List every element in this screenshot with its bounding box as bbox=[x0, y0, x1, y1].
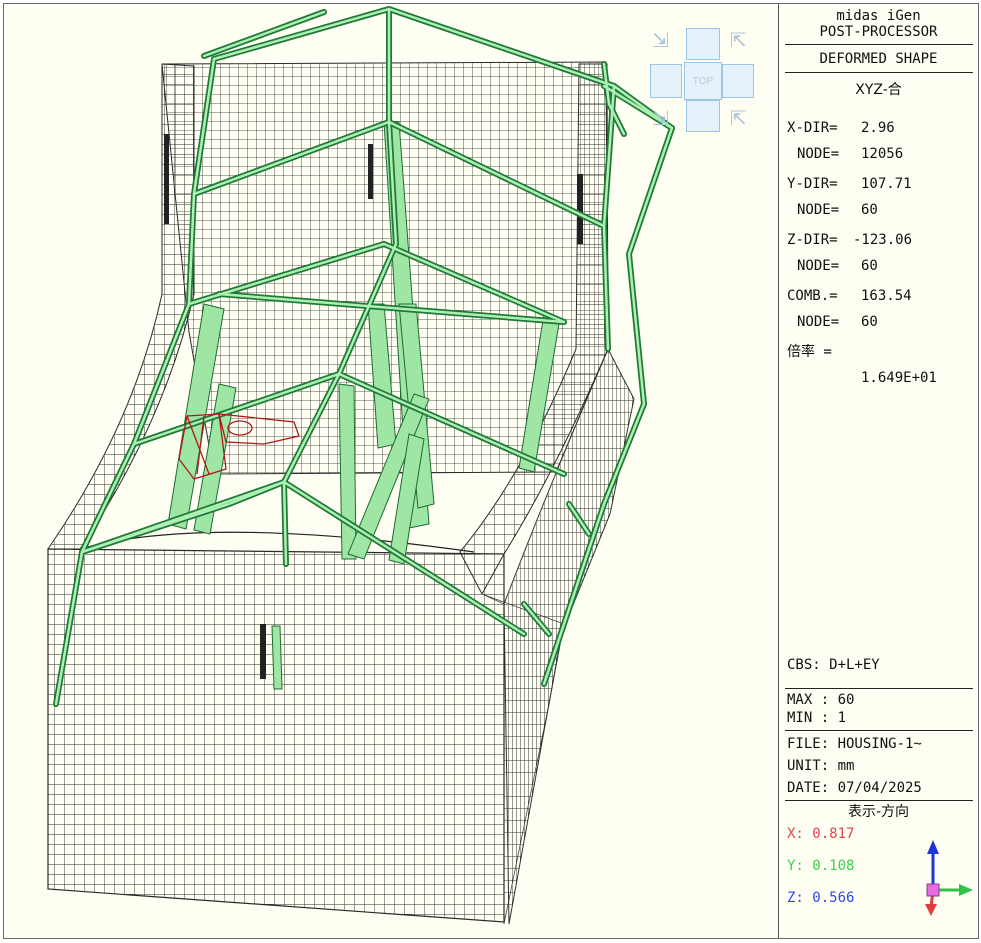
arrow-southeast-icon[interactable]: ⇱ bbox=[730, 108, 747, 128]
max-value: MAX : 60 bbox=[787, 692, 855, 708]
z-dir-value: -123.06 bbox=[853, 232, 913, 248]
file-name: FILE: HOUSING-1~ bbox=[787, 736, 922, 752]
divider-1 bbox=[785, 44, 973, 45]
nav-face-right[interactable] bbox=[722, 64, 754, 98]
divider-4 bbox=[785, 730, 973, 731]
comb-node-value: 60 bbox=[861, 314, 878, 330]
arrow-southwest-icon[interactable]: ⇲ bbox=[652, 108, 669, 128]
view-navigation-cube[interactable]: TOP ⇲ ⇱ ⇱ ⇲ bbox=[646, 24, 758, 136]
y-dir-value: 107.71 bbox=[861, 176, 912, 192]
z-node-value: 60 bbox=[861, 258, 878, 274]
slot-back-1 bbox=[368, 144, 373, 199]
slot-front bbox=[260, 624, 266, 679]
deformed-shape-model bbox=[47, 5, 675, 925]
y-node-label: NODE= bbox=[797, 202, 840, 218]
unit: UNIT: mm bbox=[787, 758, 855, 774]
comb-node-label: NODE= bbox=[797, 314, 840, 330]
application-window: TOP ⇲ ⇱ ⇱ ⇲ midas iGen POST-PROCESSOR DE… bbox=[3, 3, 979, 939]
model-viewport[interactable]: TOP ⇲ ⇱ ⇱ ⇲ bbox=[4, 4, 778, 938]
view-direction-title: 表示-方向 bbox=[847, 804, 910, 820]
view-direction-x: X: 0.817 bbox=[787, 826, 855, 842]
axis-triad-icon bbox=[925, 840, 973, 916]
post-processor-info-panel: midas iGen POST-PROCESSOR DEFORMED SHAPE… bbox=[779, 4, 978, 938]
x-node-value: 12056 bbox=[861, 146, 904, 162]
arrow-northwest-icon[interactable]: ⇲ bbox=[652, 30, 669, 50]
app-name: midas iGen bbox=[836, 8, 921, 24]
component-label: XYZ-合 bbox=[855, 82, 902, 98]
scale-label: 倍率 = bbox=[787, 344, 832, 360]
result-type: DEFORMED SHAPE bbox=[819, 51, 938, 67]
load-combination: CBS: D+L+EY bbox=[787, 657, 880, 673]
slot-left-upper bbox=[164, 134, 169, 224]
module-name: POST-PROCESSOR bbox=[819, 24, 938, 40]
nav-face-left[interactable] bbox=[650, 64, 682, 98]
comb-label: COMB.= bbox=[787, 288, 838, 304]
view-direction-z: Z: 0.566 bbox=[787, 890, 855, 906]
divider-5 bbox=[785, 800, 973, 801]
date: DATE: 07/04/2025 bbox=[787, 780, 922, 796]
x-dir-value: 2.96 bbox=[861, 120, 895, 136]
divider-3 bbox=[785, 688, 973, 689]
view-direction-y: Y: 0.108 bbox=[787, 858, 855, 874]
nav-top-label: TOP bbox=[692, 75, 714, 87]
scale-value: 1.649E+01 bbox=[861, 370, 937, 386]
comb-value: 163.54 bbox=[861, 288, 912, 304]
y-node-value: 60 bbox=[861, 202, 878, 218]
nav-face-back[interactable] bbox=[686, 28, 720, 60]
nav-face-top[interactable]: TOP bbox=[684, 62, 722, 100]
slot-right-upper bbox=[577, 174, 583, 244]
min-value: MIN : 1 bbox=[787, 710, 847, 726]
front-wall-mesh bbox=[47, 548, 505, 923]
nav-face-front[interactable] bbox=[686, 100, 720, 132]
arrow-northeast-icon[interactable]: ⇱ bbox=[730, 30, 747, 50]
y-dir-label: Y-DIR= bbox=[787, 176, 838, 192]
z-dir-label: Z-DIR= bbox=[787, 232, 838, 248]
divider-2 bbox=[785, 72, 973, 73]
x-node-label: NODE= bbox=[797, 146, 840, 162]
x-dir-label: X-DIR= bbox=[787, 120, 838, 136]
z-node-label: NODE= bbox=[797, 258, 840, 274]
